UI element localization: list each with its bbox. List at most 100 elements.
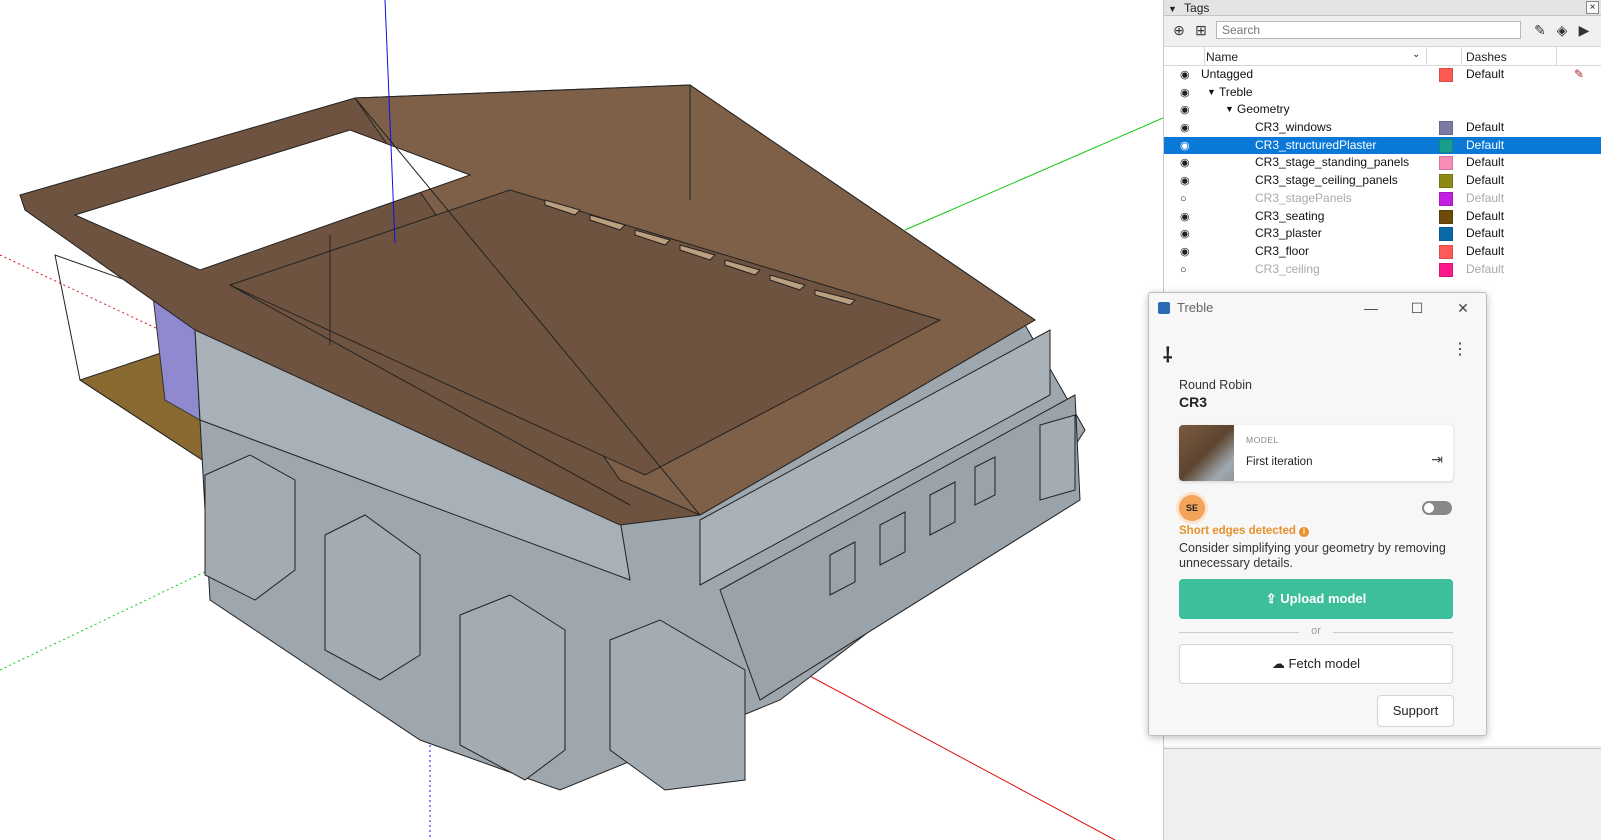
dash-style[interactable]: Default	[1466, 137, 1504, 154]
tags-panel-bottom	[1164, 748, 1601, 840]
color-swatch[interactable]	[1439, 191, 1453, 206]
eye-icon[interactable]: ◉	[1180, 85, 1190, 102]
active-tag-pencil-icon[interactable]: ✎	[1574, 66, 1584, 83]
tags-toolbar: ⊕ ⊞ ✎ ◈ ▶	[1164, 16, 1601, 44]
color-swatch[interactable]	[1439, 209, 1453, 224]
color-swatch[interactable]	[1439, 68, 1453, 82]
dash-style[interactable]: Default	[1466, 119, 1504, 136]
tag-row[interactable]: ○ CR3_ceiling Default	[1164, 261, 1601, 279]
cloud-download-icon: ☁	[1271, 656, 1289, 671]
green-axis-hidden	[0, 559, 231, 671]
tag-name: CR3_plaster	[1255, 226, 1322, 241]
tag-tool-icon[interactable]: ✎	[1531, 21, 1549, 39]
dash-style[interactable]: Default	[1466, 66, 1504, 83]
color-by-tag-icon[interactable]: ◈	[1553, 21, 1571, 39]
tag-row[interactable]: ◉ CR3_stage_ceiling_panels Default	[1164, 172, 1601, 190]
tag-row[interactable]: ◉ CR3_seating Default	[1164, 208, 1601, 226]
tag-name: Untagged	[1201, 67, 1254, 81]
eye-icon[interactable]: ◉	[1180, 155, 1190, 172]
info-icon[interactable]: i	[1298, 527, 1309, 537]
tag-name: Geometry	[1237, 102, 1290, 117]
tag-row[interactable]: ◉ CR3_floor Default	[1164, 243, 1601, 261]
visibility-toggle[interactable]	[1422, 501, 1452, 515]
warning-text: Short edges detected i	[1179, 525, 1309, 537]
dash-style[interactable]: Default	[1466, 154, 1504, 171]
eye-icon[interactable]: ◉	[1180, 209, 1190, 226]
dash-style[interactable]: Default	[1466, 190, 1504, 207]
tag-row[interactable]: ◉ CR3_plaster Default	[1164, 225, 1601, 243]
eye-icon[interactable]: ◉	[1180, 244, 1190, 261]
eye-icon[interactable]: ◉	[1180, 120, 1190, 137]
add-tag-icon[interactable]: ⊕	[1170, 21, 1188, 39]
color-swatch[interactable]	[1439, 156, 1453, 171]
eye-icon[interactable]: ◉	[1180, 173, 1190, 190]
dash-style[interactable]: Default	[1466, 225, 1504, 242]
column-name[interactable]: Name	[1206, 50, 1238, 64]
upload-model-button[interactable]: ⇪ Upload model	[1179, 579, 1453, 619]
color-swatch[interactable]	[1439, 227, 1453, 242]
details-icon[interactable]: ▶	[1575, 21, 1593, 39]
tags-title: Tags	[1184, 1, 1210, 15]
avatar[interactable]: SE	[1179, 495, 1205, 521]
column-dashes[interactable]: Dashes	[1466, 50, 1507, 64]
tag-row[interactable]: ○ CR3_stagePanels Default	[1164, 190, 1601, 208]
tag-row[interactable]: ◉ CR3_windows Default	[1164, 119, 1601, 137]
expand-caret-icon[interactable]: ▼	[1207, 84, 1216, 101]
expand-caret-icon[interactable]: ▼	[1225, 101, 1234, 118]
treble-logo-icon: ⸸	[1163, 345, 1173, 367]
search-input[interactable]	[1216, 21, 1521, 39]
collapse-caret-icon[interactable]: ▼	[1168, 1, 1177, 17]
tag-name: CR3_ceiling	[1255, 261, 1320, 276]
treble-window: Treble — ☐ ✕ ⸸ ⋮ Round Robin CR3 MODEL F…	[1148, 292, 1487, 736]
dash-style[interactable]: Default	[1466, 243, 1504, 260]
color-swatch[interactable]	[1439, 174, 1453, 189]
maximize-icon[interactable]: ☐	[1394, 293, 1440, 323]
eye-icon[interactable]: ◉	[1180, 67, 1190, 84]
tag-name: CR3_seating	[1255, 208, 1325, 223]
minimize-icon[interactable]: —	[1348, 293, 1394, 323]
model-card-label: MODEL	[1246, 435, 1279, 445]
color-swatch[interactable]	[1439, 121, 1453, 136]
more-options-icon[interactable]: ⋮	[1452, 339, 1468, 359]
model-card[interactable]: MODEL First iteration ⇥	[1179, 425, 1453, 481]
dash-style[interactable]: Default	[1466, 208, 1504, 225]
treble-titlebar[interactable]: Treble — ☐ ✕	[1149, 293, 1486, 323]
warning-label: Short edges detected	[1179, 525, 1296, 537]
red-axis	[779, 659, 1116, 840]
chevron-down-icon[interactable]: ⌄	[1412, 49, 1420, 60]
add-folder-icon[interactable]: ⊞	[1192, 21, 1210, 39]
eye-icon[interactable]: ◉	[1180, 102, 1190, 119]
tags-titlebar[interactable]: ▼ Tags ×	[1164, 0, 1601, 16]
fetch-model-button[interactable]: ☁ Fetch model	[1179, 644, 1453, 684]
tag-row[interactable]: ◉ CR3_stage_standing_panels Default	[1164, 154, 1601, 172]
green-axis	[904, 117, 1163, 231]
dash-style[interactable]: Default	[1466, 172, 1504, 189]
tag-name: CR3_stage_standing_panels	[1255, 155, 1410, 170]
support-button[interactable]: Support	[1377, 695, 1454, 727]
open-external-icon[interactable]: ⇥	[1431, 451, 1443, 468]
color-swatch[interactable]	[1439, 244, 1453, 259]
tag-row[interactable]: ◉ ▼ Treble	[1164, 84, 1601, 102]
iteration-name: First iteration	[1246, 456, 1313, 468]
close-icon[interactable]: ×	[1586, 1, 1599, 14]
dash-style[interactable]: Default	[1466, 261, 1504, 278]
window-title: Treble	[1177, 300, 1214, 315]
upload-label: Upload model	[1280, 591, 1367, 606]
eye-icon[interactable]: ◉	[1180, 226, 1190, 243]
color-swatch[interactable]	[1439, 138, 1453, 153]
project-name: Round Robin	[1179, 378, 1252, 392]
warning-description: Consider simplifying your geometry by re…	[1179, 541, 1446, 570]
tag-name: Treble	[1219, 84, 1253, 99]
upload-icon: ⇪	[1265, 591, 1281, 606]
tag-row[interactable]: ◉ CR3_structuredPlaster Default	[1164, 136, 1601, 155]
close-window-icon[interactable]: ✕	[1440, 293, 1486, 323]
model-thumbnail	[1179, 425, 1234, 481]
tag-row[interactable]: ◉ Untagged Default ✎	[1164, 66, 1601, 84]
3d-viewport[interactable]	[0, 0, 1163, 840]
tag-row[interactable]: ◉ ▼ Geometry	[1164, 101, 1601, 119]
eye-hidden-icon[interactable]: ○	[1180, 262, 1187, 279]
tag-name: CR3_stagePanels	[1255, 190, 1352, 205]
eye-icon[interactable]: ◉	[1180, 138, 1190, 155]
color-swatch[interactable]	[1439, 262, 1453, 277]
eye-hidden-icon[interactable]: ○	[1180, 191, 1187, 208]
